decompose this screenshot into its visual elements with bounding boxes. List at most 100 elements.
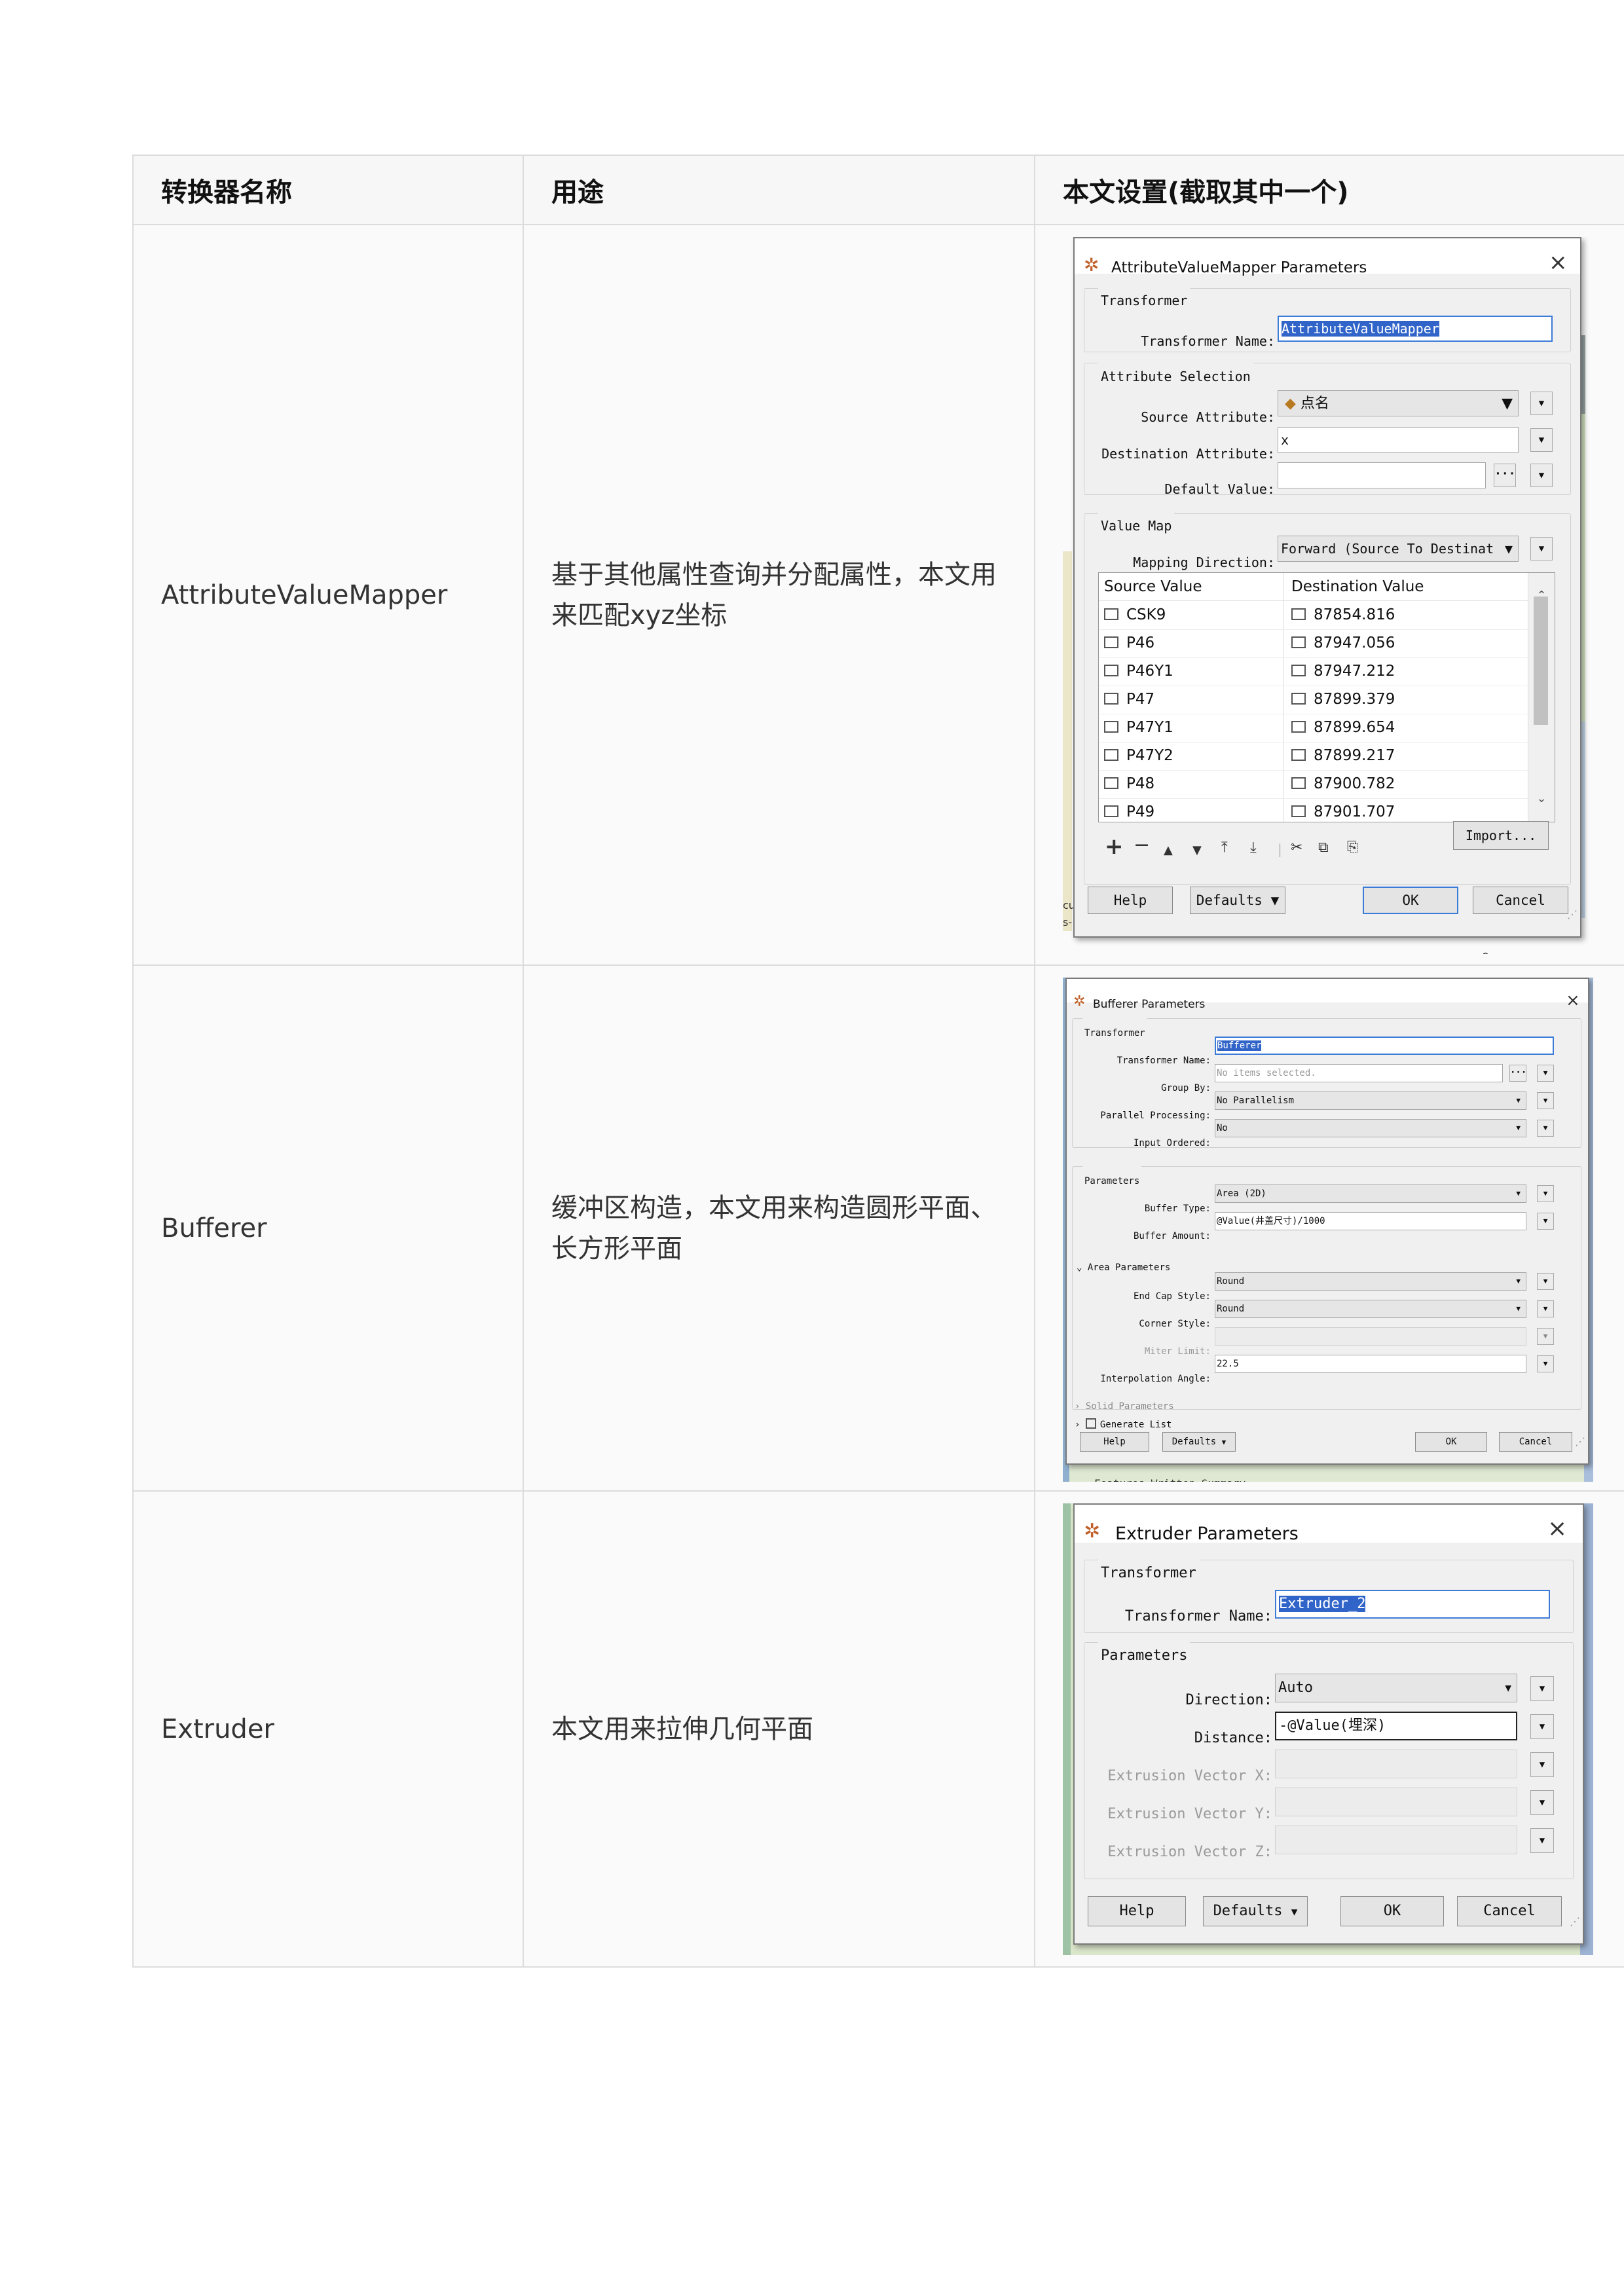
generate-list-checkbox[interactable] xyxy=(1085,1418,1096,1429)
input-ordered-menu-button[interactable]: ▼ xyxy=(1537,1120,1554,1137)
direction-select[interactable]: Auto ▼ xyxy=(1275,1674,1517,1702)
paste-icon[interactable]: ⎘ xyxy=(1347,828,1359,868)
checkbox-icon[interactable] xyxy=(1291,720,1306,733)
checkbox-icon[interactable] xyxy=(1291,748,1306,761)
checkbox-icon[interactable] xyxy=(1291,664,1306,676)
help-button[interactable]: Help xyxy=(1088,1896,1186,1926)
mapping-direction-select[interactable]: Forward (Source To Destinat ▼ xyxy=(1278,536,1519,562)
checkbox-icon[interactable] xyxy=(1104,777,1118,789)
destination-value-cell[interactable]: 87899.217 xyxy=(1291,742,1395,770)
table-row[interactable]: P47Y2 87899.217 xyxy=(1099,742,1528,771)
cancel-button[interactable]: Cancel xyxy=(1499,1432,1572,1452)
checkbox-icon[interactable] xyxy=(1291,805,1306,817)
source-value-cell[interactable]: CSK9 xyxy=(1104,601,1166,629)
cancel-button[interactable]: Cancel xyxy=(1473,887,1568,914)
checkbox-icon[interactable] xyxy=(1104,636,1118,648)
cut-icon[interactable]: ✂ xyxy=(1291,828,1302,868)
source-value-cell[interactable]: P47Y2 xyxy=(1104,742,1173,770)
checkbox-icon[interactable] xyxy=(1291,777,1306,789)
destination-value-cell[interactable]: 87900.782 xyxy=(1291,770,1395,798)
table-row[interactable]: P49 87901.707 xyxy=(1099,798,1528,822)
resize-grip-icon[interactable]: ⋰ xyxy=(1570,1901,1580,1942)
ellipsis-icon[interactable]: ··· xyxy=(1494,464,1516,487)
destination-attribute-menu-button[interactable]: ▼ xyxy=(1530,428,1553,452)
source-value-cell[interactable]: P49 xyxy=(1104,798,1154,822)
move-top-icon[interactable]: ⤒ xyxy=(1221,828,1228,868)
remove-icon[interactable]: − xyxy=(1134,825,1150,866)
help-button[interactable]: Help xyxy=(1080,1432,1149,1452)
table-row[interactable]: CSK9 87854.816 xyxy=(1099,601,1528,630)
ok-button[interactable]: OK xyxy=(1340,1896,1444,1926)
column-source-value[interactable]: Source Value xyxy=(1104,573,1202,601)
table-row[interactable]: P46Y1 87947.212 xyxy=(1099,657,1528,686)
interpolation-angle-menu-button[interactable]: ▼ xyxy=(1537,1355,1554,1372)
end-cap-style-menu-button[interactable]: ▼ xyxy=(1537,1273,1554,1290)
checkbox-icon[interactable] xyxy=(1104,664,1118,676)
copy-icon[interactable]: ⧉ xyxy=(1318,828,1329,868)
help-button[interactable]: Help xyxy=(1088,887,1173,914)
mapping-direction-menu-button[interactable]: ▼ xyxy=(1530,537,1553,560)
buffer-type-menu-button[interactable]: ▼ xyxy=(1537,1185,1554,1202)
destination-value-cell[interactable]: 87901.707 xyxy=(1291,798,1395,822)
table-row[interactable]: P46 87947.056 xyxy=(1099,629,1528,658)
value-map-scrollbar[interactable]: ⌃ ⌄ xyxy=(1528,573,1555,822)
checkbox-icon[interactable] xyxy=(1104,720,1118,733)
checkbox-icon[interactable] xyxy=(1104,805,1118,817)
checkbox-icon[interactable] xyxy=(1291,692,1306,705)
interpolation-angle-input[interactable]: 22.5 xyxy=(1215,1355,1526,1373)
defaults-button[interactable]: Defaults ▼ xyxy=(1162,1432,1236,1452)
parallel-processing-select[interactable]: No Parallelism ▼ xyxy=(1215,1092,1526,1110)
buffer-amount-input[interactable]: @Value(井盖尺寸)/1000 xyxy=(1215,1212,1526,1230)
corner-style-select[interactable]: Round ▼ xyxy=(1215,1300,1526,1318)
close-icon[interactable]: × xyxy=(1549,242,1568,283)
destination-value-cell[interactable]: 87947.212 xyxy=(1291,657,1395,686)
buffer-amount-menu-button[interactable]: ▼ xyxy=(1537,1213,1554,1230)
source-value-cell[interactable]: P47Y1 xyxy=(1104,714,1173,742)
resize-grip-icon[interactable]: ⋰ xyxy=(1575,1422,1585,1462)
input-ordered-select[interactable]: No ▼ xyxy=(1215,1119,1526,1137)
move-bottom-icon[interactable]: ⤓ xyxy=(1250,828,1257,868)
table-row[interactable]: P48 87900.782 xyxy=(1099,770,1528,799)
import-button[interactable]: Import... xyxy=(1453,821,1549,850)
source-attribute-select[interactable]: ◆ 点名 ▼ xyxy=(1278,390,1519,416)
distance-input[interactable]: -@Value(埋深) xyxy=(1275,1712,1517,1740)
table-row[interactable]: P47 87899.379 xyxy=(1099,686,1528,714)
destination-value-cell[interactable]: 87899.654 xyxy=(1291,714,1395,742)
corner-style-menu-button[interactable]: ▼ xyxy=(1537,1300,1554,1317)
checkbox-icon[interactable] xyxy=(1291,636,1306,648)
source-value-cell[interactable]: P47 xyxy=(1104,686,1154,714)
checkbox-icon[interactable] xyxy=(1104,748,1118,761)
default-value-input[interactable] xyxy=(1278,462,1486,488)
column-destination-value[interactable]: Destination Value xyxy=(1291,573,1424,601)
table-row[interactable]: P47Y1 87899.654 xyxy=(1099,714,1528,743)
transformer-name-input[interactable]: Extruder_2 xyxy=(1275,1590,1550,1619)
distance-menu-button[interactable]: ▼ xyxy=(1530,1714,1554,1739)
end-cap-style-select[interactable]: Round ▼ xyxy=(1215,1272,1526,1291)
checkbox-icon[interactable] xyxy=(1291,608,1306,620)
source-value-cell[interactable]: P46 xyxy=(1104,629,1154,657)
resize-grip-icon[interactable]: ⋰ xyxy=(1567,894,1578,935)
source-value-cell[interactable]: P48 xyxy=(1104,770,1154,798)
defaults-button[interactable]: Defaults ▼ xyxy=(1190,887,1285,914)
direction-menu-button[interactable]: ▼ xyxy=(1530,1676,1554,1701)
defaults-button[interactable]: Defaults ▼ xyxy=(1203,1896,1308,1926)
close-icon[interactable]: × xyxy=(1547,1509,1567,1549)
destination-value-cell[interactable]: 87899.379 xyxy=(1291,686,1395,714)
source-value-cell[interactable]: P46Y1 xyxy=(1104,657,1173,686)
ok-button[interactable]: OK xyxy=(1363,887,1458,914)
default-value-menu-button[interactable]: ▼ xyxy=(1530,464,1553,487)
move-up-icon[interactable]: ▲ xyxy=(1164,830,1173,871)
buffer-type-select[interactable]: Area (2D) ▼ xyxy=(1215,1184,1526,1203)
scrollbar-thumb[interactable] xyxy=(1534,597,1548,725)
group-by-menu-button[interactable]: ▼ xyxy=(1537,1065,1554,1082)
move-down-icon[interactable]: ▼ xyxy=(1192,830,1202,871)
value-map-table[interactable]: Source Value Destination Value CSK9 87854… xyxy=(1098,572,1555,822)
scroll-down-icon[interactable]: ⌄ xyxy=(1528,779,1555,819)
close-icon[interactable]: × xyxy=(1566,980,1580,1021)
transformer-name-input[interactable]: Bufferer xyxy=(1215,1037,1554,1055)
source-attribute-menu-button[interactable]: ▼ xyxy=(1530,392,1553,415)
checkbox-icon[interactable] xyxy=(1104,608,1118,620)
transformer-name-input[interactable]: AttributeValueMapper xyxy=(1278,316,1553,342)
group-by-input[interactable]: No items selected. xyxy=(1215,1064,1503,1082)
ok-button[interactable]: OK xyxy=(1415,1432,1487,1452)
